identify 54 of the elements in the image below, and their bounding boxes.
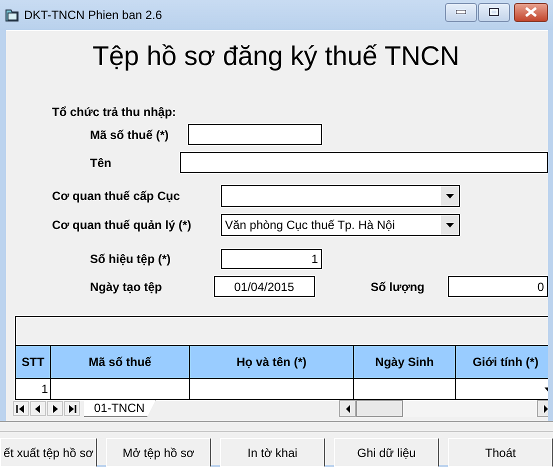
horizontal-scrollbar[interactable] <box>339 400 548 417</box>
first-sheet-button[interactable] <box>13 401 29 416</box>
column-header: Mã số thuế <box>50 346 190 378</box>
close-icon <box>525 7 537 17</box>
app-icon <box>5 8 19 22</box>
input-field[interactable]: 01/04/2015 <box>214 276 315 297</box>
table-cell[interactable] <box>50 378 190 400</box>
table-cell[interactable]: 1 <box>16 378 50 400</box>
field-label: Tên <box>90 156 112 170</box>
maximize-button[interactable] <box>478 2 510 22</box>
field-label: Mã số thuế (*) <box>90 128 170 142</box>
triangle-left-icon <box>33 404 43 414</box>
caret-icon <box>440 186 459 206</box>
skip-start-icon <box>16 404 26 414</box>
field-label: Cơ quan thuế quản lý (*) <box>52 218 192 232</box>
action-button[interactable]: In tờ khai <box>220 438 325 467</box>
scroll-thumb[interactable] <box>356 400 403 417</box>
table-cell[interactable] <box>456 378 548 400</box>
field-label: Ngày tạo tệp <box>90 280 164 294</box>
window-title: DKT-TNCN Phien ban 2.6 <box>24 8 164 22</box>
sheet-tab[interactable]: 01-TNCN <box>84 400 156 417</box>
table-cell[interactable] <box>354 378 456 400</box>
scroll-left-icon[interactable] <box>344 404 350 412</box>
field-label: Số hiệu tệp (*) <box>90 252 172 266</box>
input-field[interactable] <box>188 124 322 145</box>
input-field[interactable]: 1 <box>221 249 322 269</box>
column-header: Họ và tên (*) <box>190 346 354 378</box>
close-button[interactable] <box>514 2 548 22</box>
column-header: Ngày Sinh <box>354 346 456 378</box>
triangle-right-icon <box>50 404 60 414</box>
caret-icon <box>440 215 459 235</box>
form-heading: Tệp hồ sơ đăng ký thuế TNCN <box>92 40 460 73</box>
minimize-button[interactable] <box>445 2 477 22</box>
action-button[interactable]: Thoát <box>448 438 553 467</box>
dropdown[interactable]: Văn phòng Cục thuế Tp. Hà Nội <box>221 214 460 236</box>
column-header: STT <box>16 346 50 378</box>
input-field[interactable] <box>180 152 548 173</box>
action-button[interactable]: Ghi dữ liệu <box>334 438 439 467</box>
last-sheet-button[interactable] <box>64 401 80 416</box>
column-header: Giới tính (*) <box>456 346 548 378</box>
field-label: Cơ quan thuế cấp Cục <box>52 189 181 203</box>
dropdown[interactable] <box>221 185 460 207</box>
section-label: Tổ chức trả thu nhập: <box>52 104 176 120</box>
skip-end-icon <box>67 404 77 414</box>
previous-sheet-button[interactable] <box>30 401 46 416</box>
action-button[interactable]: Mở tệp hồ sơ <box>106 438 211 467</box>
minimize-icon <box>456 10 466 14</box>
field-label: Số lượng <box>370 280 426 294</box>
input-field[interactable]: 0 <box>448 276 548 297</box>
next-sheet-button[interactable] <box>47 401 63 416</box>
maximize-icon <box>489 8 499 16</box>
action-button[interactable]: ết xuất tệp hồ sơ <box>0 438 97 467</box>
table-cell[interactable] <box>190 378 354 400</box>
scroll-right-icon[interactable] <box>542 404 548 412</box>
